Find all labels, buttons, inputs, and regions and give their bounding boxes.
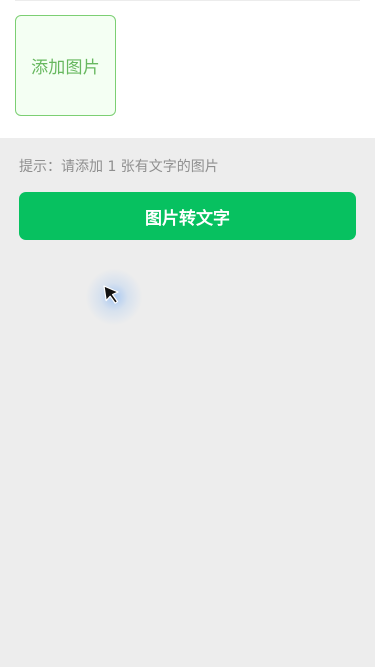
cursor-highlight (86, 269, 142, 325)
add-image-label: 添加图片 (31, 58, 100, 78)
add-image-button[interactable]: 添加图片 (15, 15, 116, 116)
hint-text: 提示：请添加 1 张有文字的图片 (19, 159, 219, 175)
page: 添加图片 提示：请添加 1 张有文字的图片 图片转文字 (0, 0, 375, 667)
cursor-icon (103, 285, 119, 304)
image-to-text-button[interactable]: 图片转文字 (19, 192, 356, 240)
upload-panel: 添加图片 (0, 0, 375, 138)
top-divider (15, 0, 360, 1)
